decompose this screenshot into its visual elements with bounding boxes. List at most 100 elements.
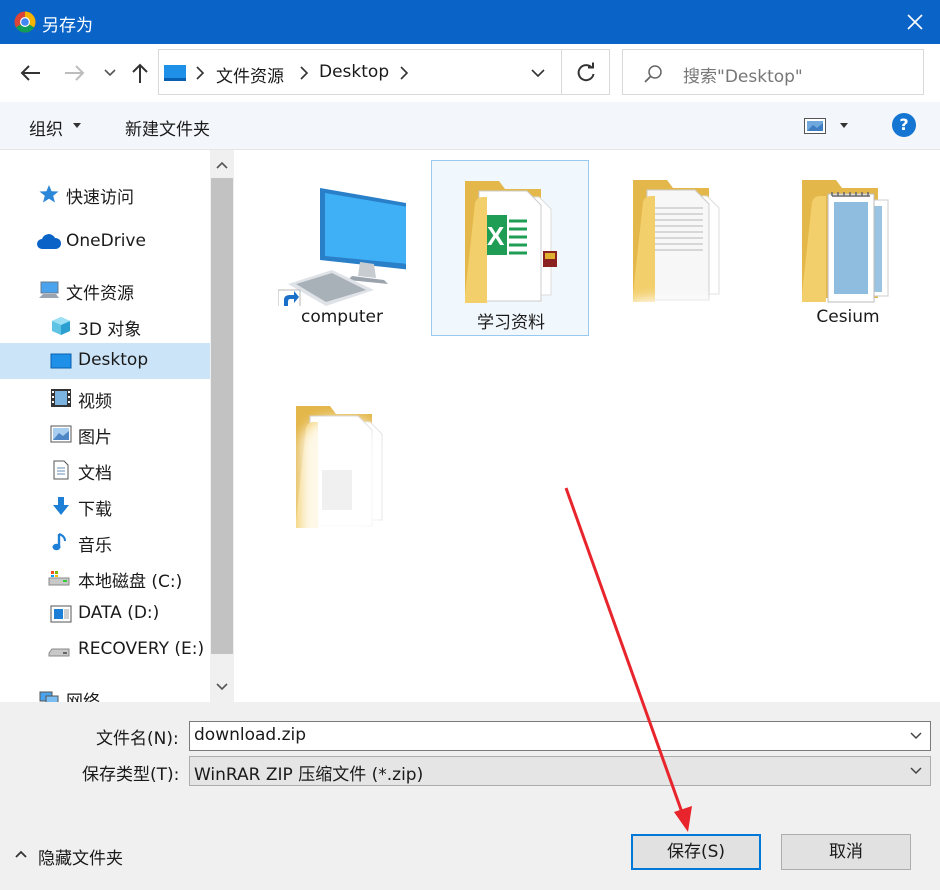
search-box[interactable]: 搜索"Desktop" [622,49,924,95]
chevron-down-icon [104,69,116,77]
chevron-down-icon[interactable] [909,731,923,741]
drive-d-icon [50,605,72,623]
arrow-up-icon [132,63,148,83]
caret-down-icon [73,123,81,128]
view-options-icon[interactable] [804,118,826,134]
address-bar[interactable]: 文件资源 Desktop [158,49,610,95]
up-button[interactable] [127,60,153,86]
close-button[interactable] [890,0,940,44]
drive-e-icon [48,648,70,657]
file-item-label: computer [301,307,383,327]
sidebar-item-pictures[interactable]: 图片 [0,416,210,452]
filetype-label: 保存类型(T): [82,765,180,785]
recent-locations-button[interactable] [97,60,123,86]
sidebar-item-quick-access[interactable]: 快速访问 [0,176,210,212]
scrollbar-thumb[interactable] [211,178,233,654]
chrome-icon [14,11,36,33]
forward-button[interactable] [62,60,88,86]
title-bar: 另存为 [0,0,940,44]
redaction-blur [609,298,749,388]
document-icon [53,460,69,480]
sidebar-item-label: 本地磁盘 (C:) [78,572,183,592]
music-note-icon [52,533,66,551]
network-icon [39,691,59,702]
sidebar-item-label: OneDrive [66,231,146,251]
sidebar-item-network[interactable]: 网络 [0,680,210,702]
chevron-right-icon [400,66,409,80]
sidebar-item-label: 视频 [78,392,112,412]
computer-shortcut-icon [278,188,406,306]
save-options-panel: 文件名(N): download.zip 保存类型(T): WinRAR ZIP… [0,702,940,890]
picture-icon [50,425,72,443]
sidebar-item-label: 图片 [78,428,112,448]
computer-icon [39,281,59,298]
sidebar-item-drive-d[interactable]: DATA (D:) [0,596,210,632]
new-folder-button[interactable]: 新建文件夹 [125,115,210,140]
filename-label: 文件名(N): [96,729,179,749]
breadcrumb-item[interactable]: 文件资源 [216,62,284,87]
organize-button[interactable]: 组织 [29,115,63,140]
file-item-folder[interactable]: X 学习资料 [431,160,589,336]
sidebar-item-label: 文档 [78,464,112,484]
sidebar-item-label: Desktop [78,350,149,370]
sidebar-item-onedrive[interactable]: OneDrive [0,224,210,260]
sidebar-item-label: 下载 [78,500,112,520]
desktop-icon [164,65,186,81]
file-list-pane[interactable]: computer X 学习资料 Cesium [234,150,940,702]
help-button[interactable]: ? [892,113,916,137]
chevron-up-icon [15,850,27,858]
sidebar-item-label: RECOVERY (E:) [78,639,205,659]
scroll-down-icon[interactable] [215,682,229,692]
sidebar-item-drive-c[interactable]: 本地磁盘 (C:) [0,560,210,596]
star-icon [39,185,59,203]
filename-input[interactable]: download.zip [189,721,931,751]
cloud-icon [37,234,62,249]
file-item-computer[interactable]: computer [263,160,421,336]
divider [561,50,562,94]
sidebar-item-label: 文件资源 [66,284,134,304]
close-icon [907,14,923,30]
refresh-icon[interactable] [575,62,597,84]
file-item-label: Cesium [816,307,880,327]
sidebar-item-3d-objects[interactable]: 3D 对象 [0,308,210,344]
caret-down-icon[interactable] [840,123,848,128]
sidebar-item-desktop[interactable]: Desktop [0,343,210,379]
command-toolbar: 组织 新建文件夹 ? [0,102,940,150]
desktop-icon [50,353,72,369]
save-button[interactable]: 保存(S) [631,834,761,870]
cancel-button[interactable]: 取消 [781,834,911,870]
sidebar-item-documents[interactable]: 文档 [0,452,210,488]
chevron-down-icon[interactable] [529,66,547,80]
folder-icon [802,180,889,303]
filename-value: download.zip [194,725,307,745]
filetype-value: WinRAR ZIP 压缩文件 (*.zip) [194,765,424,785]
chevron-right-icon [196,66,205,80]
sidebar-item-downloads[interactable]: 下载 [0,488,210,524]
back-button[interactable] [17,60,43,86]
sidebar-item-music[interactable]: 音乐 [0,524,210,560]
sidebar-item-videos[interactable]: 视频 [0,380,210,416]
chevron-down-icon[interactable] [909,766,923,776]
sidebar-item-label: 快速访问 [66,188,134,208]
hide-folders-label: 隐藏文件夹 [38,849,123,869]
sidebar-scrollbar[interactable] [210,150,234,702]
filetype-select[interactable]: WinRAR ZIP 压缩文件 (*.zip) [189,756,931,786]
arrow-right-icon [65,65,85,81]
file-item-folder[interactable]: Cesium [769,160,927,336]
window-title: 另存为 [42,16,93,36]
breadcrumb-item[interactable]: Desktop [319,62,389,82]
video-icon [51,389,71,407]
navigation-pane: 快速访问 OneDrive 文件资源 3D 对象 Desktop 视频 图片 文… [0,150,210,702]
folder-icon: X [465,181,557,303]
svg-text:X: X [487,221,505,251]
download-arrow-icon [53,497,69,515]
sidebar-item-label: 音乐 [78,536,112,556]
search-icon [644,65,662,83]
folder-icon [633,180,720,302]
sidebar-item-label: DATA (D:) [78,603,160,623]
search-input[interactable]: 搜索"Desktop" [683,62,803,87]
sidebar-item-drive-e[interactable]: RECOVERY (E:) [0,632,210,668]
drive-c-icon [48,571,70,586]
scroll-up-icon[interactable] [215,160,229,170]
sidebar-item-this-pc[interactable]: 文件资源 [0,272,210,308]
